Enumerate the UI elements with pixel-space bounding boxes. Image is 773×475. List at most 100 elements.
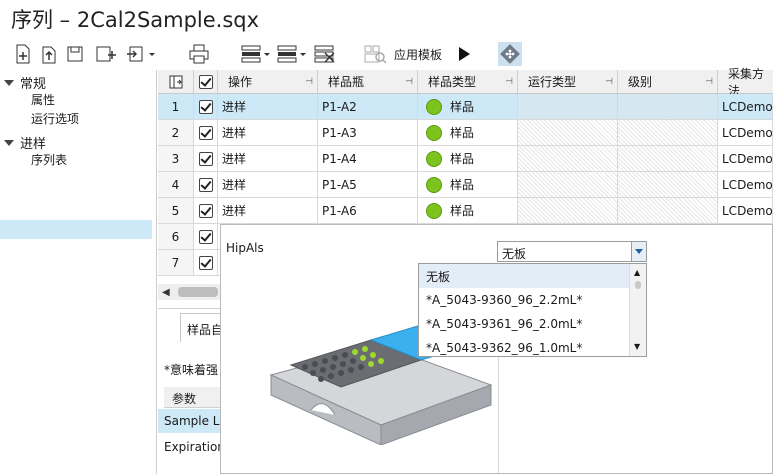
cell-action[interactable]: 进样 bbox=[218, 94, 318, 119]
nav-item-run-options[interactable]: 运行选项 bbox=[31, 110, 79, 127]
horizontal-scrollbar[interactable]: ◀ bbox=[158, 284, 220, 300]
cell-acq-method[interactable]: LCDemo.a bbox=[718, 172, 773, 197]
checkbox-checked-icon[interactable] bbox=[198, 151, 213, 166]
cell-action[interactable]: 进样 bbox=[218, 120, 318, 145]
table-row[interactable]: 5 进样P1-A6 样品 LCDemo.a bbox=[158, 198, 773, 224]
scroll-down-icon[interactable]: ▼ bbox=[634, 342, 640, 351]
cell-sample-type[interactable]: 样品 bbox=[418, 120, 518, 145]
row-number[interactable]: 3 bbox=[158, 146, 194, 171]
row-checkbox[interactable] bbox=[194, 198, 218, 223]
row-checkbox[interactable] bbox=[194, 94, 218, 119]
insert-above-icon[interactable] bbox=[38, 42, 60, 66]
row-number[interactable]: 6 bbox=[158, 224, 194, 249]
expand-triangle-icon[interactable] bbox=[4, 139, 14, 146]
cell-acq-method[interactable]: LCDemo.a bbox=[718, 146, 773, 171]
tab-sample-info[interactable]: 样品自 bbox=[180, 313, 223, 342]
cell-sample-type[interactable]: 样品 bbox=[418, 146, 518, 171]
cell-run-type[interactable] bbox=[518, 120, 618, 145]
plate-option[interactable]: 无板 bbox=[419, 264, 629, 288]
column-header-vial[interactable]: 样品瓶 ⊣ bbox=[318, 70, 418, 94]
template-icon[interactable] bbox=[362, 42, 388, 66]
table-row[interactable]: 1 进样P1-A2 样品 LCDemo.a bbox=[158, 94, 773, 120]
cell-run-type[interactable] bbox=[518, 198, 618, 223]
pin-icon[interactable]: ⊣ bbox=[705, 77, 713, 87]
new-row-icon[interactable] bbox=[12, 42, 34, 66]
cell-vial[interactable]: P1-A3 bbox=[318, 120, 418, 145]
param-row[interactable]: Expiration bbox=[158, 435, 225, 459]
row-checkbox[interactable] bbox=[194, 224, 218, 249]
cell-run-type[interactable] bbox=[518, 172, 618, 197]
scroll-left-icon[interactable]: ◀ bbox=[162, 287, 170, 298]
scroll-up-icon[interactable]: ▲ bbox=[634, 268, 640, 277]
table-row[interactable]: 2 进样P1-A3 样品 LCDemo.a bbox=[158, 120, 773, 146]
column-header-action[interactable]: 操作 ⊣ bbox=[218, 70, 318, 94]
cell-action[interactable]: 进样 bbox=[218, 198, 318, 223]
cell-acq-method[interactable]: LCDemo.a bbox=[718, 94, 773, 119]
nav-item-sequence-table[interactable]: 序列表 bbox=[31, 151, 67, 168]
checkbox-checked-icon[interactable] bbox=[198, 99, 213, 114]
plate-option[interactable]: *A_5043-9362_96_1.0mL* bbox=[419, 336, 629, 360]
pin-icon[interactable]: ⊣ bbox=[305, 77, 313, 87]
cell-sample-type[interactable]: 样品 bbox=[418, 94, 518, 119]
checkbox-checked-icon[interactable] bbox=[198, 125, 213, 140]
nav-group-general[interactable]: 常规 bbox=[4, 73, 46, 92]
row-checkbox[interactable] bbox=[194, 120, 218, 145]
cell-run-type[interactable] bbox=[518, 94, 618, 119]
plate-type-dropdown[interactable]: 无板 bbox=[497, 241, 647, 262]
plate-option[interactable]: *A_5043-9360_96_2.2mL* bbox=[419, 288, 629, 312]
delete-icon[interactable] bbox=[312, 42, 338, 66]
print-icon[interactable] bbox=[186, 42, 212, 66]
checkbox-checked-icon[interactable] bbox=[198, 255, 213, 270]
checkbox-checked-icon[interactable] bbox=[198, 177, 213, 192]
nav-group-injection[interactable]: 进样 bbox=[4, 133, 46, 152]
cell-level[interactable] bbox=[618, 172, 718, 197]
row-checkbox[interactable] bbox=[194, 250, 218, 275]
column-align-icon[interactable] bbox=[276, 42, 308, 66]
row-number[interactable]: 5 bbox=[158, 198, 194, 223]
cell-level[interactable] bbox=[618, 198, 718, 223]
pin-icon[interactable]: ⊣ bbox=[605, 77, 613, 87]
row-checkbox[interactable] bbox=[194, 172, 218, 197]
column-header-level[interactable]: 级别 ⊣ bbox=[618, 70, 718, 94]
chevron-down-icon[interactable] bbox=[631, 242, 646, 261]
pin-icon[interactable]: ⊣ bbox=[505, 77, 513, 87]
column-header-acq-method[interactable]: 采集方法 bbox=[718, 67, 773, 98]
cell-level[interactable] bbox=[618, 94, 718, 119]
plate-option[interactable]: *A_5043-9361_96_2.0mL* bbox=[419, 312, 629, 336]
add-plate-icon[interactable] bbox=[94, 42, 118, 66]
scroll-thumb[interactable] bbox=[178, 287, 218, 297]
row-checkbox[interactable] bbox=[194, 146, 218, 171]
save-icon[interactable] bbox=[64, 42, 86, 66]
row-align-icon[interactable] bbox=[240, 42, 272, 66]
cell-level[interactable] bbox=[618, 120, 718, 145]
list-scrollbar[interactable]: ▲ ▼ bbox=[629, 264, 646, 356]
cell-vial[interactable]: P1-A5 bbox=[318, 172, 418, 197]
cell-vial[interactable]: P1-A4 bbox=[318, 146, 418, 171]
pin-icon[interactable]: ⊣ bbox=[405, 77, 413, 87]
table-row[interactable]: 4 进样P1-A5 样品 LCDemo.a bbox=[158, 172, 773, 198]
cell-sample-type[interactable]: 样品 bbox=[418, 172, 518, 197]
cell-acq-method[interactable]: LCDemo.a bbox=[718, 120, 773, 145]
row-number[interactable]: 2 bbox=[158, 120, 194, 145]
cell-vial[interactable]: P1-A6 bbox=[318, 198, 418, 223]
plate-view-icon[interactable] bbox=[498, 42, 522, 66]
column-header-sample-type[interactable]: 样品类型 ⊣ bbox=[418, 70, 518, 94]
column-header-run-type[interactable]: 运行类型 ⊣ bbox=[518, 70, 618, 94]
cell-action[interactable]: 进样 bbox=[218, 146, 318, 171]
cell-acq-method[interactable]: LCDemo.a bbox=[718, 198, 773, 223]
apply-template-label[interactable]: 应用模板 bbox=[394, 46, 442, 63]
cell-level[interactable] bbox=[618, 146, 718, 171]
cell-action[interactable]: 进样 bbox=[218, 172, 318, 197]
select-all-checkbox[interactable] bbox=[194, 70, 218, 94]
import-icon[interactable] bbox=[124, 42, 158, 66]
expand-triangle-icon[interactable] bbox=[4, 79, 14, 86]
cell-run-type[interactable] bbox=[518, 146, 618, 171]
row-number[interactable]: 1 bbox=[158, 94, 194, 119]
table-row[interactable]: 3 进样P1-A4 样品 LCDemo.a bbox=[158, 146, 773, 172]
checkbox-checked-icon[interactable] bbox=[198, 203, 213, 218]
column-chooser-icon[interactable] bbox=[158, 70, 194, 94]
cell-sample-type[interactable]: 样品 bbox=[418, 198, 518, 223]
run-icon[interactable] bbox=[454, 42, 474, 66]
nav-item-properties[interactable]: 属性 bbox=[31, 91, 55, 108]
row-number[interactable]: 7 bbox=[158, 250, 194, 275]
